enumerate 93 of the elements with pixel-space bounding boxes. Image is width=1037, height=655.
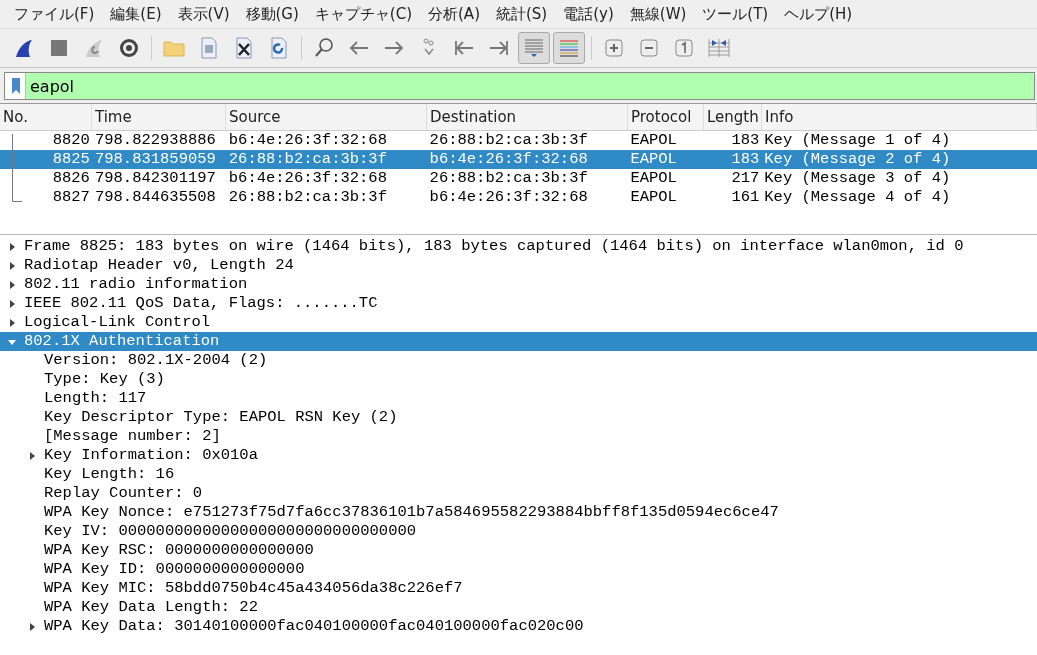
detail-tree-row[interactable]: Key Information: 0x010a (0, 446, 1037, 465)
column-header[interactable]: Source (226, 104, 427, 130)
file-x-icon (233, 37, 255, 59)
table-cell-text: Key (Message 1 of 4) (763, 131, 952, 150)
column-header[interactable]: No. (0, 104, 92, 130)
table-cell-text: 183 (730, 150, 761, 169)
detail-tree-row[interactable]: 802.11 radio information (0, 275, 1037, 294)
packet-row[interactable]: 8820 798.822938886 b6:4e:26:3f:32:68 26:88:b2:ca:3b:3f EAPOL 183 Key (Message 1 of 4) (0, 131, 1037, 150)
minus-square-icon (638, 37, 660, 59)
detail-tree-row[interactable]: Logical-Link Control (0, 313, 1037, 332)
table-cell-text: EAPOL (629, 131, 678, 150)
menu-item[interactable]: ヘルプ(H) (776, 4, 861, 24)
table-cell-text: EAPOL (629, 169, 678, 188)
table-cell-text: 26:88:b2:ca:3b:3f (227, 188, 388, 207)
file-reload-icon (268, 37, 290, 59)
one-square-icon (673, 37, 695, 59)
detail-tree-row[interactable]: Frame 8825: 183 bytes on wire (1464 bits), 183 bytes captured (1464 bits) on interface wlan0mon, id 0 (0, 237, 1037, 256)
table-cell-text: 8827 (51, 188, 91, 207)
menu-item[interactable]: ツール(T) (694, 4, 777, 24)
detail-tree-row[interactable]: WPA Key Data Length: 22 (0, 598, 1037, 617)
menu-item[interactable]: 表示(V) (169, 4, 238, 24)
expand-triangle-icon[interactable] (8, 242, 16, 251)
table-cell-text: 8825 (51, 150, 91, 169)
table-cell-text: 8826 (51, 169, 91, 188)
detail-tree-row[interactable]: WPA Key RSC: 0000000000000000 (0, 541, 1037, 560)
table-cell-text: b6:4e:26:3f:32:68 (428, 150, 589, 169)
detail-tree-row[interactable]: Key Length: 16 (0, 465, 1037, 484)
detail-tree-row[interactable]: WPA Key Nonce: e751273f75d7fa6cc37836101b7a584695582293884bbff8f135d0594ec6ce47 (0, 503, 1037, 522)
table-cell-text: Key (Message 4 of 4) (763, 188, 952, 207)
table-cell-text: 798.822938886 (93, 131, 217, 150)
column-header[interactable]: Time (92, 104, 226, 130)
menu-item[interactable]: 編集(E) (102, 4, 170, 24)
table-cell-text: 798.842301197 (93, 169, 217, 188)
table-cell-text: 798.844635508 (93, 188, 217, 207)
column-header[interactable]: Length (704, 104, 762, 130)
stop-icon (48, 37, 70, 59)
detail-tree-row[interactable]: Replay Counter: 0 (0, 484, 1037, 503)
shark-fin-arrow-icon (83, 37, 105, 59)
table-cell-text: Key (Message 3 of 4) (763, 169, 952, 188)
lines-down-icon (523, 37, 545, 59)
expand-triangle-icon[interactable] (28, 622, 36, 631)
table-cell-text: 217 (730, 169, 761, 188)
detail-tree-row[interactable]: Length: 117 (0, 389, 1037, 408)
column-header[interactable]: Protocol (628, 104, 704, 130)
table-cell-text: b6:4e:26:3f:32:68 (227, 131, 388, 150)
menu-item[interactable]: 無線(W) (621, 4, 695, 24)
table-cell-text: 26:88:b2:ca:3b:3f (227, 150, 388, 169)
expand-triangle-icon[interactable] (8, 318, 16, 327)
menu-item[interactable]: 分析(A) (420, 4, 488, 24)
menu-item[interactable]: 統計(S) (488, 4, 556, 24)
column-header[interactable]: Destination (427, 104, 628, 130)
detail-tree-row[interactable]: [Message number: 2] (0, 427, 1037, 446)
menu-item[interactable]: ファイル(F) (6, 4, 103, 24)
table-cell-text: EAPOL (629, 150, 678, 169)
detail-tree-row[interactable]: WPA Key MIC: 58bdd0750b4c45a434056da38c226ef7 (0, 579, 1037, 598)
table-cell-text: 26:88:b2:ca:3b:3f (428, 169, 589, 188)
detail-tree-row[interactable]: Radiotap Header v0, Length 24 (0, 256, 1037, 275)
detail-tree-row[interactable]: Type: Key (3) (0, 370, 1037, 389)
table-cell-text: 798.831859059 (93, 150, 217, 169)
table-cell-text: Key (Message 2 of 4) (763, 150, 952, 169)
packet-row[interactable]: 8827 798.844635508 26:88:b2:ca:3b:3f b6:4e:26:3f:32:68 EAPOL 161 Key (Message 4 of 4) (0, 188, 1037, 207)
collapse-triangle-icon[interactable] (8, 337, 16, 346)
expand-triangle-icon[interactable] (28, 451, 36, 460)
table-cell-text: EAPOL (629, 188, 678, 207)
expand-triangle-icon[interactable] (8, 299, 16, 308)
detail-tree-row[interactable]: Key Descriptor Type: EAPOL RSN Key (2) (0, 408, 1037, 427)
detail-tree-row[interactable]: 802.1X Authentication (0, 332, 1037, 351)
table-cell-text: b6:4e:26:3f:32:68 (428, 188, 589, 207)
column-resize-icon (708, 37, 730, 59)
expand-triangle-icon[interactable] (8, 261, 16, 270)
colored-lines-icon (558, 37, 580, 59)
detail-tree-row[interactable]: WPA Key ID: 0000000000000000 (0, 560, 1037, 579)
table-cell-text: 8820 (51, 131, 91, 150)
column-header[interactable]: Info (762, 104, 1037, 130)
menu-item[interactable]: 移動(G) (237, 4, 307, 24)
table-cell-text: 183 (730, 131, 761, 150)
file-icon (198, 37, 220, 59)
related-packet-line (12, 134, 22, 202)
detail-tree-row[interactable]: Key IV: 00000000000000000000000000000000 (0, 522, 1037, 541)
table-cell-text: 26:88:b2:ca:3b:3f (428, 131, 589, 150)
plus-square-icon (603, 37, 625, 59)
shark-fin-icon (13, 37, 35, 59)
table-cell-text: 161 (730, 188, 761, 207)
menu-item[interactable]: 電話(y) (555, 4, 622, 24)
table-cell-text: b6:4e:26:3f:32:68 (227, 169, 388, 188)
packet-row[interactable]: 8826 798.842301197 b6:4e:26:3f:32:68 26:88:b2:ca:3b:3f EAPOL 217 Key (Message 3 of 4) (0, 169, 1037, 188)
packet-row[interactable]: 8825 798.831859059 26:88:b2:ca:3b:3f b6:4e:26:3f:32:68 EAPOL 183 Key (Message 2 of 4) (0, 150, 1037, 169)
detail-tree-row[interactable]: WPA Key Data: 30140100000fac040100000fac040100000fac020c00 (0, 617, 1037, 636)
magnifier-icon (313, 37, 335, 59)
detail-tree-row[interactable]: IEEE 802.11 QoS Data, Flags: .......TC (0, 294, 1037, 313)
expand-triangle-icon[interactable] (8, 280, 16, 289)
menu-item[interactable]: キャプチャ(C) (306, 4, 420, 24)
detail-tree-row[interactable]: Version: 802.1X-2004 (2) (0, 351, 1037, 370)
